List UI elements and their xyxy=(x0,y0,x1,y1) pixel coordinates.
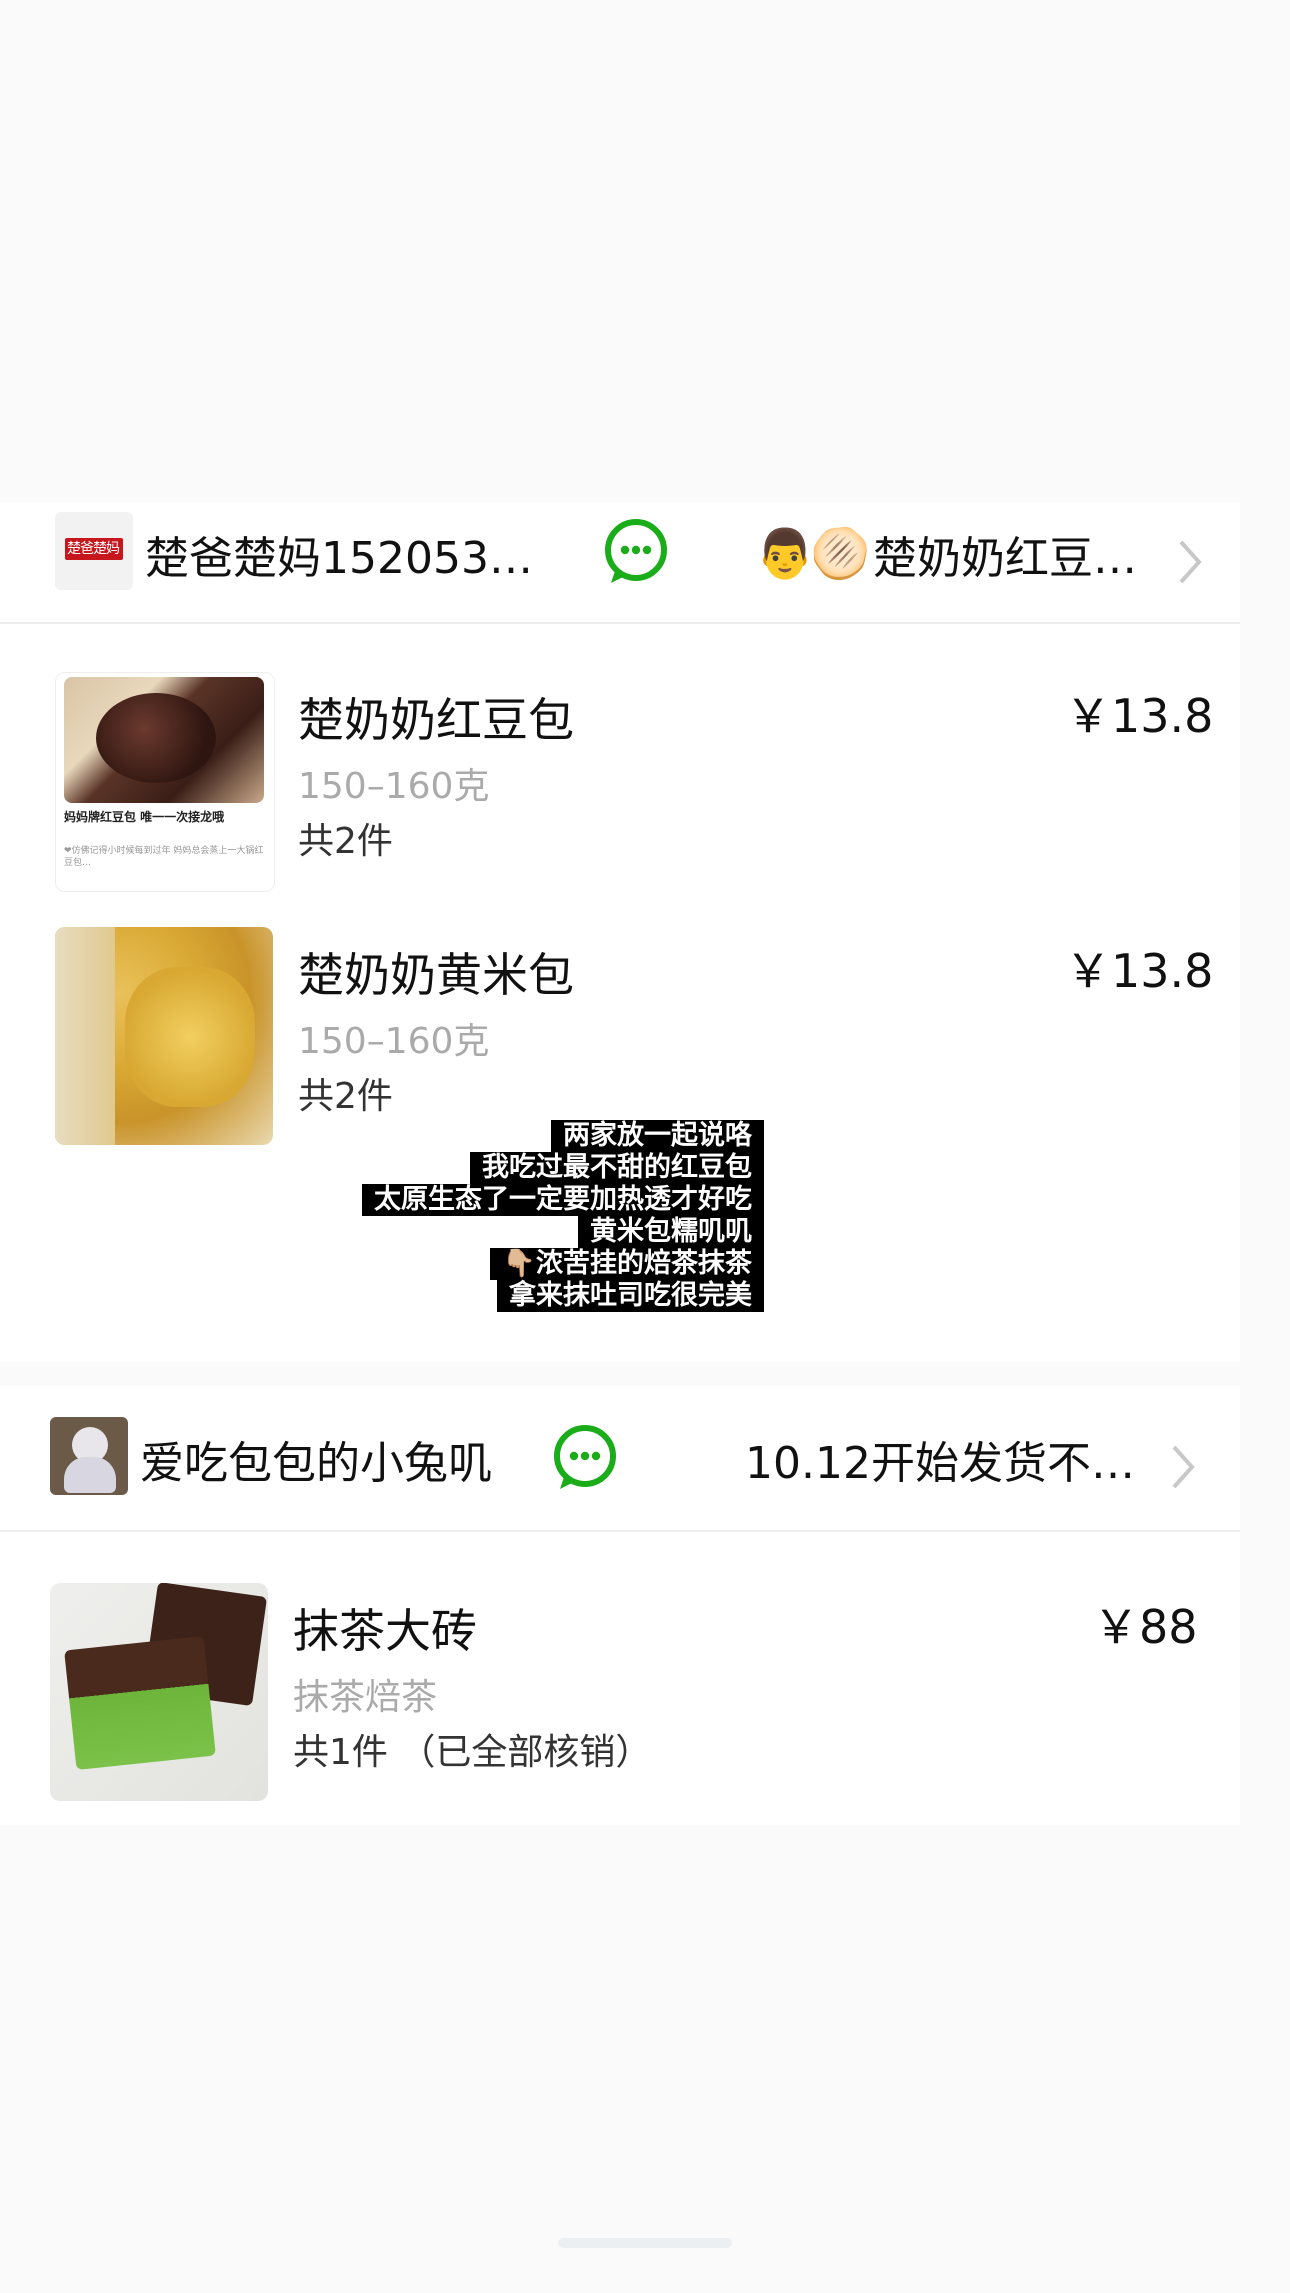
item-price: ￥13.8 xyxy=(1065,689,1214,743)
shop-name[interactable]: 爱吃包包的小兔叽 xyxy=(140,1427,492,1491)
caption-line: 拿来抹吐司吃很完美 xyxy=(497,1280,764,1312)
order-item[interactable]: 妈妈牌红豆包 唯一一次接龙哦 ❤仿佛记得小时候每到过年 妈妈总会蒸上一大锅红豆包… xyxy=(0,672,1240,892)
chat-icon[interactable] xyxy=(550,1423,620,1493)
item-price: ￥88 xyxy=(1093,1600,1198,1654)
chevron-right-icon[interactable] xyxy=(1175,538,1205,586)
thumbnail-caption: 妈妈牌红豆包 唯一一次接龙哦 xyxy=(64,810,225,824)
shop-logo: 楚爸楚妈 xyxy=(55,512,133,590)
item-quantity: 共2件 xyxy=(298,1076,393,1117)
item-spec: 抹茶焙茶 xyxy=(293,1677,438,1718)
item-title[interactable]: 抹茶大砖 xyxy=(293,1595,477,1661)
item-title[interactable]: 楚奶奶黄米包 xyxy=(298,939,574,1005)
order-note[interactable]: 10.12开始发货不… xyxy=(745,1427,1135,1491)
home-indicator xyxy=(558,2238,732,2248)
shop-header-1[interactable]: 楚爸楚妈 楚爸楚妈152053… 👨 🫓 楚奶奶红豆… xyxy=(0,502,1240,624)
order-card-2: 爱吃包包的小兔叽 10.12开始发货不… 抹茶大砖 抹茶焙茶 共1件 （已全部核… xyxy=(0,1385,1240,1825)
thumbnail-subcaption: ❤仿佛记得小时候每到过年 妈妈总会蒸上一大锅红豆包… xyxy=(64,846,264,868)
item-price: ￥13.8 xyxy=(1065,944,1214,998)
item-title[interactable]: 楚奶奶红豆包 xyxy=(298,684,574,750)
bread-emoji-icon: 🫓 xyxy=(810,526,870,582)
item-quantity: 共1件 （已全部核销） xyxy=(293,1732,652,1773)
shop-header-2[interactable]: 爱吃包包的小兔叽 10.12开始发货不… xyxy=(0,1385,1240,1532)
caption-line: 黄米包糯叽叽 xyxy=(578,1216,764,1248)
chat-icon[interactable] xyxy=(601,517,671,587)
shop-name[interactable]: 楚爸楚妈152053… xyxy=(145,522,533,586)
shop-avatar xyxy=(50,1417,128,1495)
man-emoji-icon: 👨 xyxy=(755,526,815,582)
caption-line: 👇🏼浓苦挂的焙茶抹茶 xyxy=(490,1248,764,1280)
shop-logo-text: 楚爸楚妈 xyxy=(67,541,120,557)
order-note[interactable]: 楚奶奶红豆… xyxy=(873,522,1137,586)
millet-bun-thumbnail xyxy=(55,927,273,1145)
red-bean-bun-thumbnail: 妈妈牌红豆包 唯一一次接龙哦 ❤仿佛记得小时候每到过年 妈妈总会蒸上一大锅红豆包… xyxy=(55,672,275,892)
caption-line: 两家放一起说咯 xyxy=(551,1120,764,1152)
caption-line: 我吃过最不甜的红豆包 xyxy=(470,1152,764,1184)
item-spec: 150–160克 xyxy=(298,1021,490,1062)
item-spec: 150–160克 xyxy=(298,766,490,807)
order-item[interactable]: 楚奶奶黄米包 150–160克 共2件 ￥13.8 xyxy=(0,927,1240,1147)
matcha-brick-thumbnail xyxy=(50,1583,268,1801)
item-quantity: 共2件 xyxy=(298,821,393,862)
chevron-right-icon[interactable] xyxy=(1168,1443,1198,1491)
caption-overlay: 两家放一起说咯 我吃过最不甜的红豆包 太原生态了一定要加热透才好吃 黄米包糯叽叽… xyxy=(344,1120,764,1312)
order-item[interactable]: 抹茶大砖 抹茶焙茶 共1件 （已全部核销） ￥88 xyxy=(0,1583,1240,1803)
caption-line: 太原生态了一定要加热透才好吃 xyxy=(362,1184,764,1216)
